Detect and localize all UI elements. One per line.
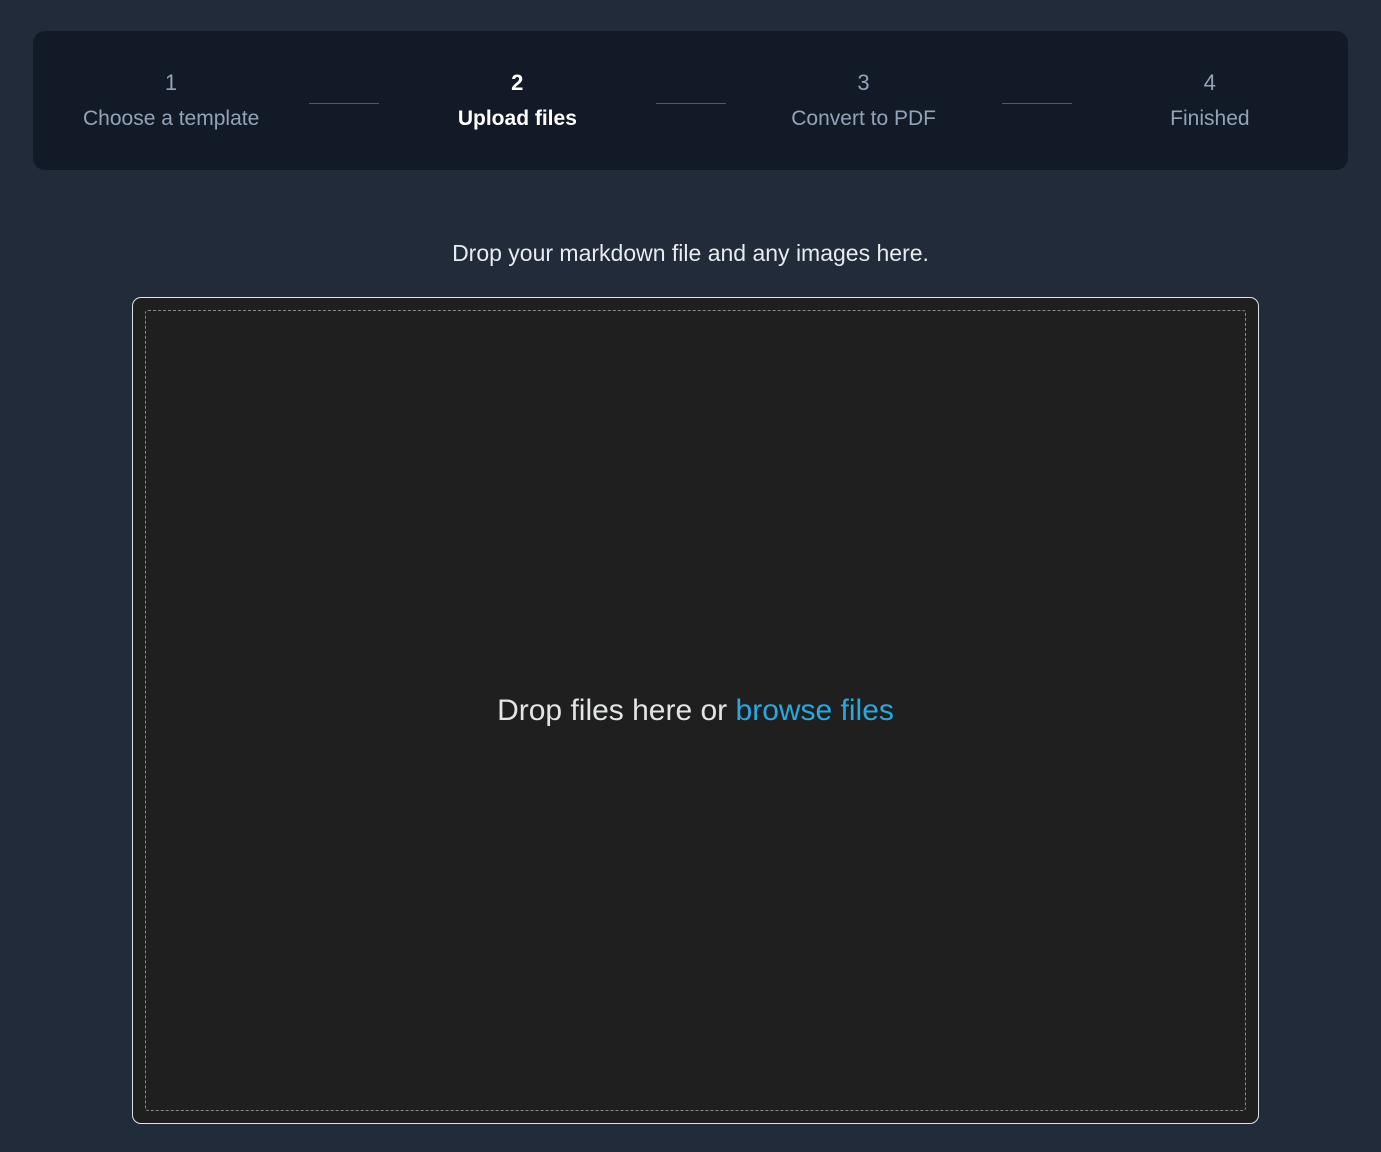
dropzone-prompt-text: Drop files here or xyxy=(497,694,735,727)
wizard-stepper: 1 Choose a template 2 Upload files 3 Con… xyxy=(33,31,1348,170)
step-number: 3 xyxy=(857,72,869,94)
stepper-divider-2 xyxy=(656,103,726,104)
browse-files-link[interactable]: browse files xyxy=(736,694,894,727)
stepper-step-choose-a-template[interactable]: 1 Choose a template xyxy=(33,72,309,129)
page-title: Drop your markdown file and any images h… xyxy=(0,238,1381,268)
step-number: 2 xyxy=(511,72,523,94)
dropzone-prompt: Drop files here or browse files xyxy=(497,693,894,729)
step-label: Choose a template xyxy=(83,108,259,129)
step-label: Finished xyxy=(1170,108,1249,129)
file-dropzone[interactable]: Drop files here or browse files xyxy=(132,297,1259,1124)
upload-files-page: 1 Choose a template 2 Upload files 3 Con… xyxy=(0,0,1381,1152)
stepper-divider-3 xyxy=(1002,103,1072,104)
stepper-step-upload-files[interactable]: 2 Upload files xyxy=(379,72,655,129)
step-label: Convert to PDF xyxy=(791,108,936,129)
step-number: 4 xyxy=(1204,72,1216,94)
step-number: 1 xyxy=(165,72,177,94)
stepper-step-convert-to-pdf[interactable]: 3 Convert to PDF xyxy=(726,72,1002,129)
stepper-divider-1 xyxy=(309,103,379,104)
step-label: Upload files xyxy=(458,108,577,129)
stepper-step-finished[interactable]: 4 Finished xyxy=(1072,72,1348,129)
file-dropzone-dashed-area[interactable]: Drop files here or browse files xyxy=(145,310,1246,1111)
